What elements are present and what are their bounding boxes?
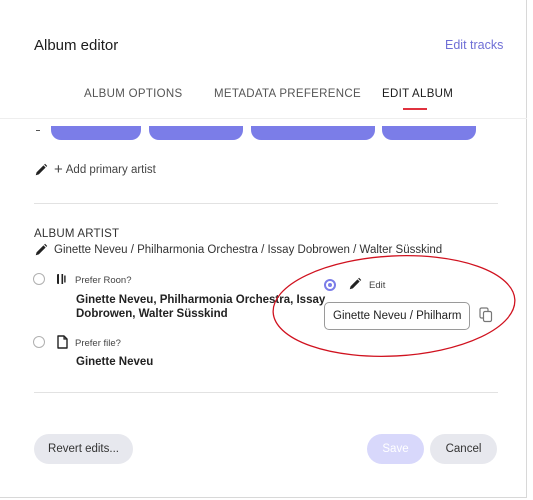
file-artist-value: Ginette Neveu (76, 356, 154, 368)
section-divider (34, 203, 498, 204)
roon-icon (57, 274, 66, 284)
dialog-title: Album editor (34, 37, 119, 54)
footer-divider (34, 392, 498, 393)
plus-icon[interactable]: + (54, 162, 63, 177)
album-artist-edit-input[interactable] (324, 302, 470, 330)
file-icon (57, 335, 68, 349)
album-artist-heading: ALBUM ARTIST (34, 228, 120, 240)
save-button[interactable]: Save (367, 434, 424, 464)
add-primary-artist-label[interactable]: Add primary artist (66, 164, 156, 176)
edit-radio[interactable] (324, 279, 336, 291)
artist-chip[interactable] (51, 126, 141, 140)
prefer-roon-label: Prefer Roon? (75, 275, 132, 286)
copy-icon[interactable] (479, 307, 493, 323)
artist-chip[interactable] (149, 126, 243, 140)
roon-artist-value-line2: Dobrowen, Walter Süsskind (76, 308, 228, 320)
active-tab-indicator (403, 108, 427, 110)
prefer-file-radio[interactable] (33, 336, 45, 348)
roon-artist-value-line1: Ginette Neveu, Philharmonia Orchestra, I… (76, 294, 326, 306)
edit-tracks-link[interactable]: Edit tracks (445, 38, 503, 52)
pencil-icon (349, 277, 362, 290)
pencil-icon[interactable] (34, 243, 48, 257)
album-artist-current: Ginette Neveu / Philharmonia Orchestra /… (34, 243, 442, 257)
artist-chip[interactable] (251, 126, 375, 140)
tab-metadata-preference[interactable]: METADATA PREFERENCE (214, 88, 361, 100)
revert-edits-button[interactable]: Revert edits... (34, 434, 133, 464)
tab-edit-album[interactable]: EDIT ALBUM (382, 88, 453, 100)
edit-label: Edit (369, 280, 386, 291)
header-divider (0, 118, 527, 119)
cancel-button[interactable]: Cancel (430, 434, 497, 464)
pencil-icon[interactable] (34, 163, 48, 177)
album-editor-dialog: Album editor Edit tracks ALBUM OPTIONS M… (0, 0, 527, 498)
scroll-cut-marker (36, 130, 40, 131)
tab-album-options[interactable]: ALBUM OPTIONS (84, 88, 182, 100)
album-artist-value: Ginette Neveu / Philharmonia Orchestra /… (54, 244, 443, 256)
add-primary-artist-row[interactable]: + Add primary artist (34, 162, 156, 177)
prefer-file-label: Prefer file? (75, 338, 121, 349)
artist-chip[interactable] (382, 126, 476, 140)
prefer-roon-radio[interactable] (33, 273, 45, 285)
